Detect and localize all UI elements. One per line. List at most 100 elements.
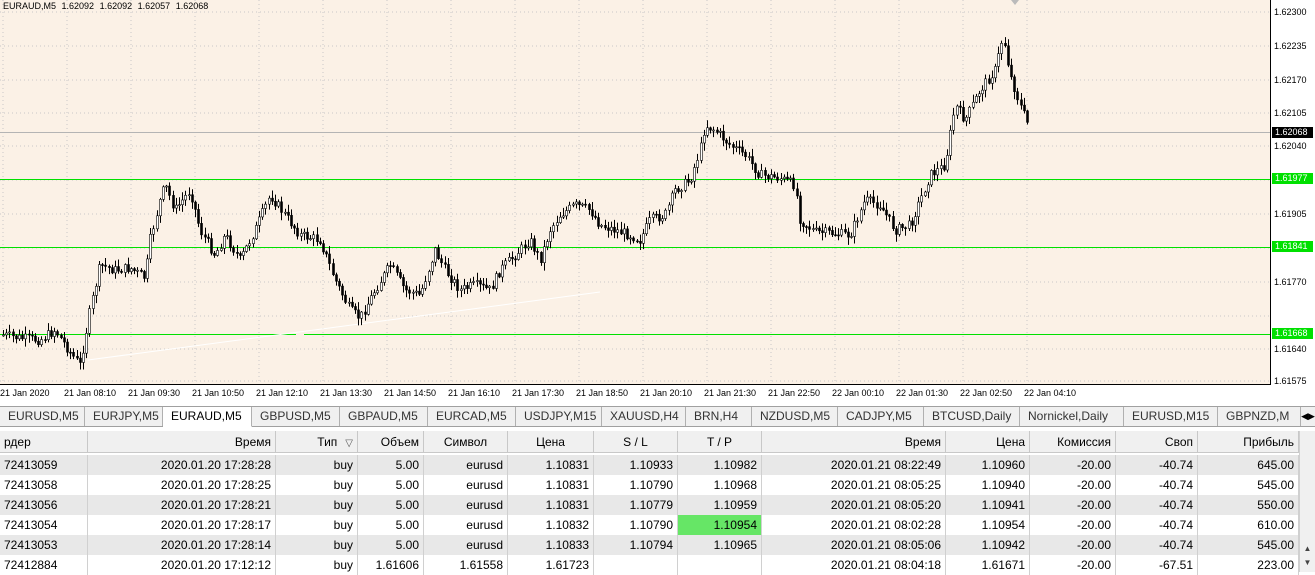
candle-body (658, 213, 661, 222)
candle-body (786, 176, 789, 180)
tab-gbpaud-m5[interactable]: GBPAUD,M5 (340, 407, 428, 426)
candle-body (216, 250, 219, 256)
candle-body (332, 263, 335, 276)
tab-eurusd-m15[interactable]: EURUSD,M15 (1124, 407, 1218, 426)
candle-body (69, 351, 72, 354)
tab-nornickel-daily[interactable]: Nornickel,Daily (1020, 407, 1124, 426)
candle-body (812, 228, 815, 230)
candle-body (348, 301, 351, 304)
tab-btcusd-daily[interactable]: BTCUSD,Daily (924, 407, 1020, 426)
price-chart[interactable]: EURAUD,M5 1.62092 1.62092 1.62057 1.6206… (0, 0, 1315, 405)
column-header-stop-loss[interactable]: S / L (594, 431, 678, 453)
candle-body (184, 194, 187, 201)
column-header-label: Цена (996, 435, 1025, 449)
candle-body (927, 184, 930, 193)
table-row[interactable]: 72412884 2020.01.20 17:12:12 buy 1.61606 1.6… (0, 555, 1299, 575)
price-axis-label: 1.61905 (1274, 209, 1307, 219)
chart-canvas[interactable] (0, 0, 1315, 405)
candle-body (933, 170, 936, 176)
tab-euraud-m5[interactable]: EURAUD,M5 (163, 407, 252, 427)
cell-close-price: 1.10941 (946, 495, 1030, 515)
scroll-up-icon[interactable]: ▲ (1302, 543, 1313, 554)
tab-xauusd-h4[interactable]: XAUUSD,H4 (602, 407, 686, 426)
column-header-profit[interactable]: Прибыль (1198, 431, 1299, 453)
candle-body (655, 213, 658, 216)
candle-body (904, 227, 907, 229)
candle-body (12, 331, 15, 337)
candle-body (514, 258, 517, 261)
tab-gbpnzd-m[interactable]: GBPNZD,M (1218, 407, 1301, 426)
cell-order: 72413059 (0, 455, 88, 475)
column-header-open-time[interactable]: Время (88, 431, 276, 453)
candle-body (386, 265, 389, 274)
cell-commission: -20.00 (1030, 475, 1116, 495)
column-header-commission[interactable]: Комиссия (1030, 431, 1116, 453)
candle-body (492, 285, 495, 289)
table-row[interactable]: 72413058 2020.01.20 17:28:25 buy 5.00 eurusd… (0, 475, 1299, 495)
candle-body (648, 217, 651, 224)
candle-body (620, 229, 623, 235)
candle-body (850, 236, 853, 238)
tab-eurcad-m5[interactable]: EURCAD,M5 (428, 407, 516, 426)
column-header-symbol[interactable]: Символ (424, 431, 508, 453)
sort-icon[interactable]: ▽ (345, 438, 353, 449)
tab-eurusd-m5[interactable]: EURUSD,M5 (0, 407, 85, 426)
table-scrollbar[interactable]: ▲ ▼ (1299, 431, 1315, 572)
column-header-close-price[interactable]: Цена (946, 431, 1030, 453)
candle-body (223, 235, 226, 249)
candle-body (840, 229, 843, 236)
tab-nzdusd-m5[interactable]: NZDUSD,M5 (752, 407, 838, 426)
candle-body (968, 106, 971, 118)
candle-body (917, 201, 920, 217)
candle-body (520, 244, 523, 254)
candle-body (245, 245, 248, 252)
column-header-order[interactable]: рдер (0, 431, 88, 453)
candle-body (18, 334, 21, 340)
candle-body (837, 234, 840, 237)
candle-body (1004, 42, 1007, 47)
time-axis-label: 21 Jan 08:10 (64, 388, 117, 398)
column-header-close-time[interactable]: Время (762, 431, 946, 453)
candle-body (2, 334, 5, 337)
candle-body (360, 311, 363, 319)
candle-body (517, 253, 520, 260)
candle-body (402, 277, 405, 287)
table-row[interactable]: 72413056 2020.01.20 17:28:21 buy 5.00 eurusd… (0, 495, 1299, 515)
cell-swap: -40.74 (1116, 455, 1198, 475)
candle-body (616, 229, 619, 233)
candle-body (466, 285, 469, 289)
candle-body (485, 284, 488, 288)
candle-body (924, 191, 927, 197)
candle-body (530, 238, 533, 248)
column-header-volume[interactable]: Объем (358, 431, 424, 453)
scroll-down-icon[interactable]: ▼ (1302, 557, 1313, 568)
table-row[interactable]: 72413059 2020.01.20 17:28:28 buy 5.00 eurusd… (0, 455, 1299, 475)
table-row[interactable]: 72413053 2020.01.20 17:28:14 buy 5.00 eurusd… (0, 535, 1299, 555)
cell-commission: -20.00 (1030, 555, 1116, 575)
tab-cadjpy-m5[interactable]: CADJPY,M5 (838, 407, 924, 426)
candle-body (610, 226, 613, 231)
candle-body (146, 258, 149, 279)
cell-open-time: 2020.01.20 17:28:28 (88, 455, 276, 475)
time-axis-label: 21 Jan 20:10 (640, 388, 693, 398)
column-header-swap[interactable]: Своп (1116, 431, 1198, 453)
tab-brn-h4[interactable]: BRN,H4 (686, 407, 752, 426)
candle-body (82, 352, 85, 363)
tab-scroll-arrows-icon[interactable]: ◀▶ (1301, 407, 1315, 426)
candle-body (709, 127, 712, 131)
tab-eurjpy-m5[interactable]: EURJPY,M5 (85, 407, 163, 426)
column-header-take-profit[interactable]: T / P (678, 431, 762, 453)
candle-body (463, 285, 466, 290)
tab-usdjpy-m15[interactable]: USDJPY,M15 (516, 407, 602, 426)
candle-body (264, 203, 267, 209)
candle-body (236, 252, 239, 254)
price-axis-label: 1.62170 (1274, 75, 1307, 85)
table-row[interactable]: 72413054 2020.01.20 17:28:17 buy 5.00 eurusd… (0, 515, 1299, 535)
column-header-type[interactable]: Тип ▽ (276, 431, 358, 453)
tab-gbpusd-m5[interactable]: GBPUSD,M5 (252, 407, 340, 426)
cell-symbol: eurusd (424, 455, 508, 475)
candle-body (175, 204, 178, 209)
candle-body (239, 253, 242, 256)
candle-body (732, 144, 735, 148)
column-header-open-price[interactable]: Цена (508, 431, 594, 453)
